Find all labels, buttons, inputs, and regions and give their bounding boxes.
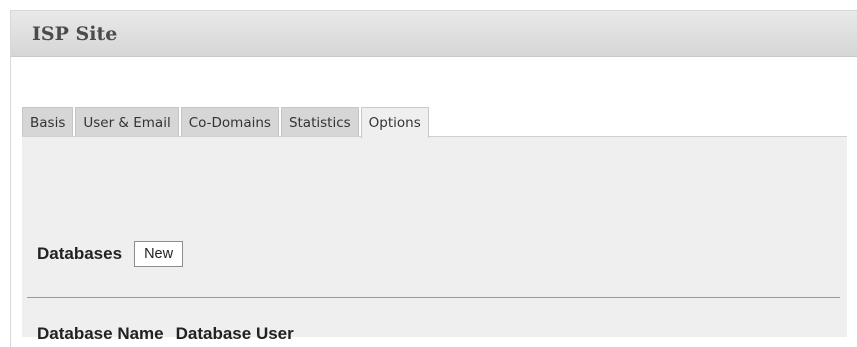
tab-user-email[interactable]: User & Email bbox=[75, 107, 179, 137]
separator-line bbox=[27, 297, 840, 298]
databases-label: Databases bbox=[37, 244, 123, 263]
database-table-header: Database Name Database User bbox=[37, 324, 306, 344]
options-tab-content: Databases New Database Name Database Use… bbox=[22, 136, 847, 343]
tab-options[interactable]: Options bbox=[360, 107, 429, 138]
column-header-database-name: Database Name bbox=[37, 324, 164, 343]
tab-basis[interactable]: Basis bbox=[22, 107, 74, 137]
new-database-button[interactable]: New bbox=[134, 241, 184, 267]
tab-co-domains[interactable]: Co-Domains bbox=[180, 107, 279, 137]
panel-title: ISP Site bbox=[32, 23, 118, 45]
column-header-database-user: Database User bbox=[175, 324, 294, 343]
panel-header: ISP Site bbox=[11, 11, 857, 57]
tab-bar: Basis User & Email Co-Domains Statistics… bbox=[22, 107, 431, 138]
tab-statistics[interactable]: Statistics bbox=[280, 107, 359, 137]
databases-row: Databases New bbox=[37, 241, 184, 267]
